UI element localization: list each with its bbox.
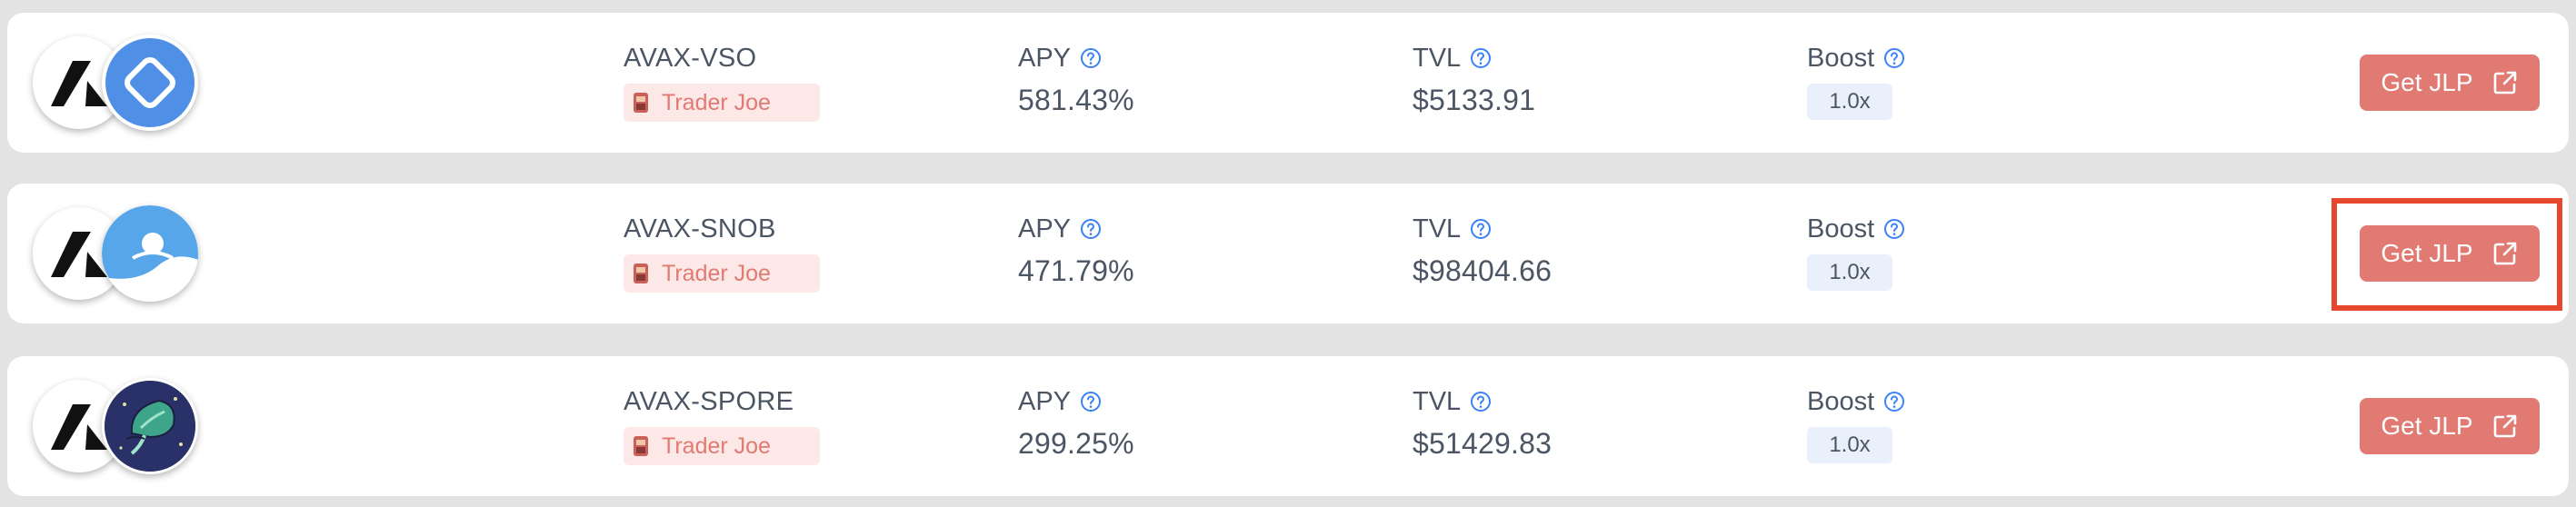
get-jlp-label: Get JLP <box>2381 412 2473 440</box>
pair-info: AVAX-SPORE Trader Joe <box>624 385 820 465</box>
tvl-label: TVL <box>1413 386 1462 416</box>
boost-stat: Boost 1.0x <box>1807 42 1905 120</box>
get-jlp-label: Get JLP <box>2381 68 2473 96</box>
pool-row-avax-snob: AVAX-SNOB Trader Joe APY 471.79% TVL $98… <box>7 184 2569 323</box>
trader-joe-icon <box>634 93 648 113</box>
help-icon[interactable] <box>1883 218 1905 240</box>
pair-logos <box>33 35 198 131</box>
pool-row-avax-vso: AVAX-VSO Trader Joe APY 581.43% TVL $513… <box>7 13 2569 153</box>
dex-label: Trader Joe <box>662 260 771 286</box>
tvl-value: $5133.91 <box>1413 84 1536 116</box>
external-link-icon <box>2493 414 2516 438</box>
help-icon[interactable] <box>1080 218 1102 240</box>
tvl-stat: TVL $5133.91 <box>1413 42 1535 117</box>
dex-label: Trader Joe <box>662 432 771 459</box>
apy-stat: APY 471.79% <box>1018 213 1134 288</box>
trader-joe-icon <box>634 263 648 283</box>
dex-badge[interactable]: Trader Joe <box>624 427 820 465</box>
apy-stat: APY 299.25% <box>1018 385 1134 461</box>
help-icon[interactable] <box>1883 391 1905 413</box>
apy-value: 581.43% <box>1018 84 1134 116</box>
apy-label: APY <box>1018 43 1072 73</box>
spore-logo-icon <box>102 378 198 474</box>
snob-logo-icon <box>102 205 198 302</box>
get-jlp-button[interactable]: Get JLP <box>2360 225 2540 282</box>
external-link-icon <box>2493 71 2516 94</box>
tvl-value: $98404.66 <box>1413 254 1553 287</box>
pair-info: AVAX-VSO Trader Joe <box>624 42 820 122</box>
vso-logo-icon <box>102 35 198 131</box>
tvl-label: TVL <box>1413 43 1462 73</box>
boost-badge: 1.0x <box>1807 254 1892 291</box>
dex-badge[interactable]: Trader Joe <box>624 254 820 293</box>
boost-label: Boost <box>1807 214 1875 244</box>
pair-info: AVAX-SNOB Trader Joe <box>624 213 820 293</box>
get-jlp-button[interactable]: Get JLP <box>2360 55 2540 111</box>
boost-stat: Boost 1.0x <box>1807 213 1905 291</box>
help-icon[interactable] <box>1470 218 1492 240</box>
boost-label: Boost <box>1807 386 1875 416</box>
help-icon[interactable] <box>1080 391 1102 413</box>
pair-logos <box>33 205 198 302</box>
trader-joe-icon <box>634 436 648 456</box>
help-icon[interactable] <box>1080 47 1102 69</box>
pair-name: AVAX-VSO <box>624 44 757 73</box>
tvl-stat: TVL $98404.66 <box>1413 213 1552 288</box>
apy-stat: APY 581.43% <box>1018 42 1134 117</box>
apy-label: APY <box>1018 386 1072 416</box>
apy-value: 471.79% <box>1018 254 1134 287</box>
tvl-stat: TVL $51429.83 <box>1413 385 1552 461</box>
get-jlp-button[interactable]: Get JLP <box>2360 398 2540 454</box>
dex-label: Trader Joe <box>662 89 771 115</box>
pair-name: AVAX-SNOB <box>624 214 776 244</box>
external-link-icon <box>2493 242 2516 265</box>
pair-logos <box>33 378 198 474</box>
boost-badge: 1.0x <box>1807 427 1892 463</box>
apy-value: 299.25% <box>1018 427 1134 460</box>
dex-badge[interactable]: Trader Joe <box>624 84 820 122</box>
pair-name: AVAX-SPORE <box>624 387 794 416</box>
help-icon[interactable] <box>1470 391 1492 413</box>
get-jlp-label: Get JLP <box>2381 239 2473 267</box>
help-icon[interactable] <box>1883 47 1905 69</box>
apy-label: APY <box>1018 214 1072 244</box>
help-icon[interactable] <box>1470 47 1492 69</box>
boost-label: Boost <box>1807 43 1875 73</box>
tvl-label: TVL <box>1413 214 1462 244</box>
pool-row-avax-spore: AVAX-SPORE Trader Joe APY 299.25% TVL $5… <box>7 356 2569 496</box>
tvl-value: $51429.83 <box>1413 427 1553 460</box>
boost-badge: 1.0x <box>1807 84 1892 120</box>
boost-stat: Boost 1.0x <box>1807 385 1905 463</box>
